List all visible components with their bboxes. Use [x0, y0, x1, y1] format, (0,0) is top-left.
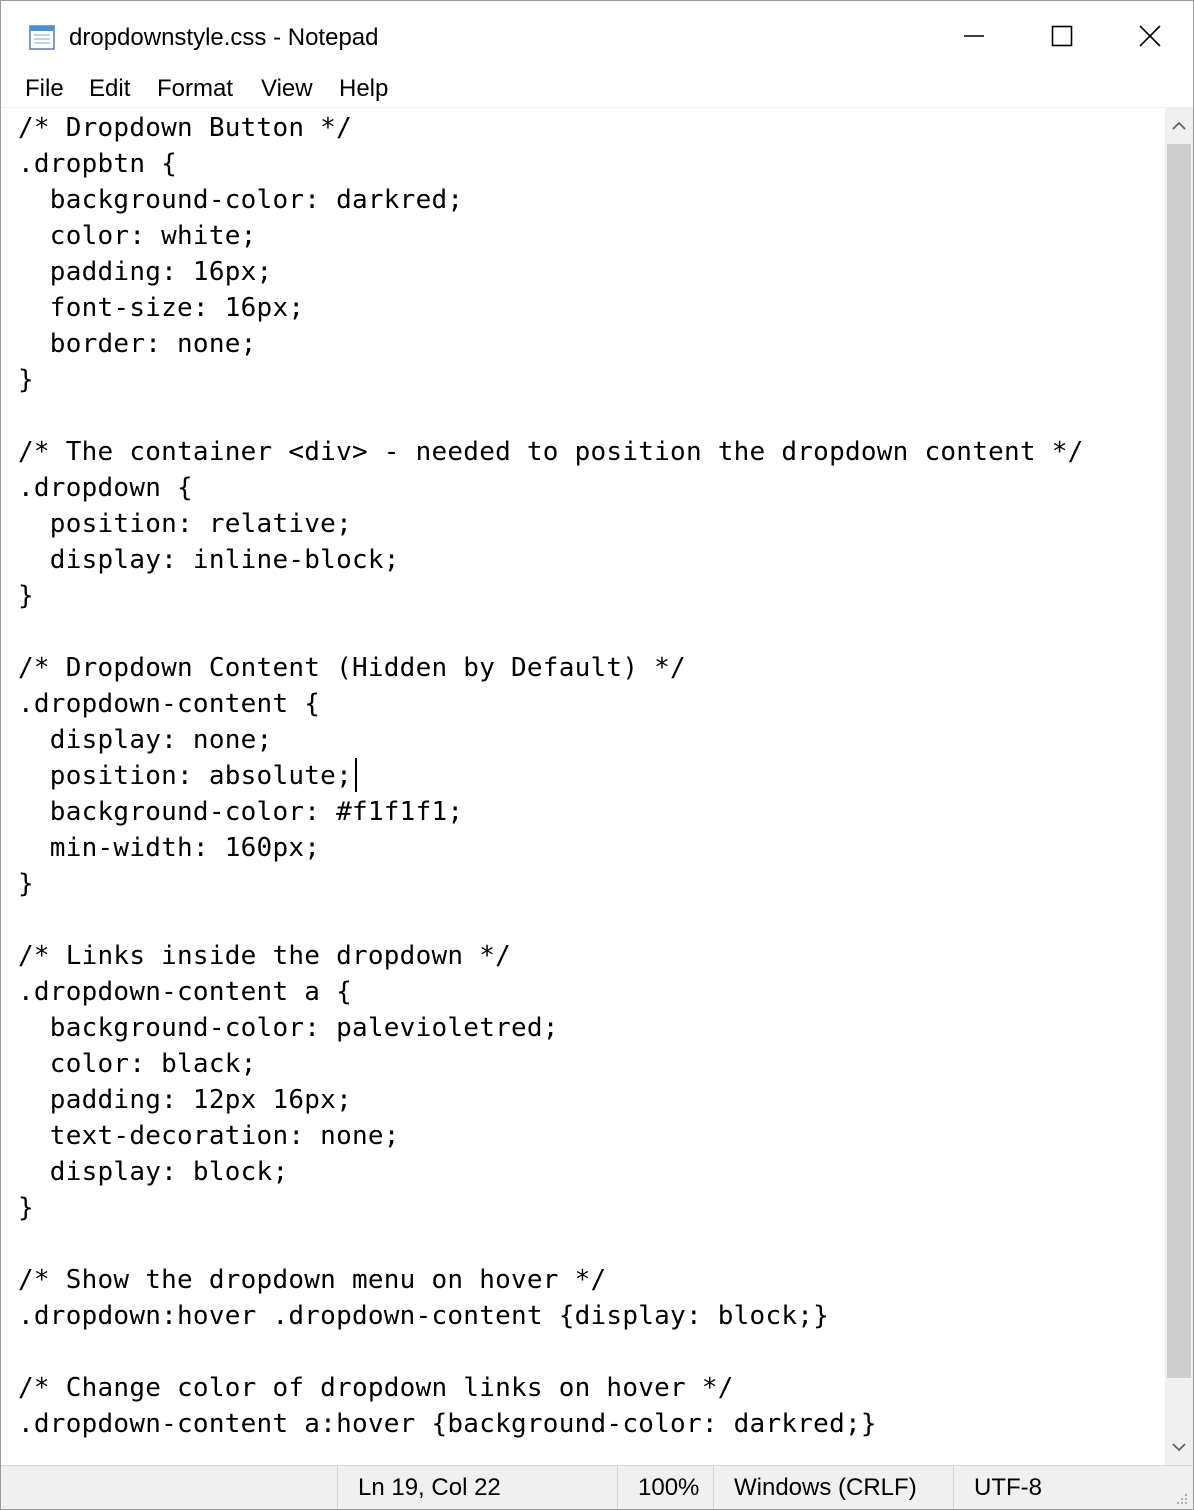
chevron-down-icon	[1172, 1443, 1186, 1452]
resize-grip-icon[interactable]	[1173, 1490, 1189, 1506]
code-line: display: none;	[18, 725, 273, 755]
notepad-icon	[29, 25, 55, 50]
close-button[interactable]	[1105, 1, 1193, 71]
window-title: dropdownstyle.css - Notepad	[69, 24, 379, 51]
code-line: color: black;	[18, 1049, 257, 1079]
code-line: background-color: darkred;	[18, 185, 464, 215]
code-line: background-color: #f1f1f1;	[18, 797, 464, 827]
notepad-window: dropdownstyle.css - Notepad File Edit Fo…	[0, 0, 1194, 1510]
menu-edit[interactable]: Edit	[87, 73, 132, 105]
code-line: display: inline-block;	[18, 545, 400, 575]
code-line: }	[18, 1193, 34, 1223]
text-editor[interactable]: /* Dropdown Button */ .dropbtn { backgro…	[1, 108, 1165, 1465]
menu-format[interactable]: Format	[155, 73, 235, 105]
code-line: display: block;	[18, 1157, 289, 1187]
status-encoding: UTF-8	[953, 1466, 1193, 1509]
vertical-scrollbar[interactable]	[1165, 108, 1193, 1465]
status-cursor-position: Ln 19, Col 22	[337, 1466, 617, 1509]
code-line: /* Change color of dropdown links on hov…	[18, 1373, 734, 1403]
code-line: position: relative;	[18, 509, 352, 539]
code-line: }	[18, 869, 34, 899]
code-line: }	[18, 581, 34, 611]
menu-file[interactable]: File	[23, 73, 66, 105]
code-line: /* Dropdown Button */	[18, 113, 352, 143]
chevron-up-icon	[1172, 121, 1186, 130]
code-line: color: white;	[18, 221, 257, 251]
title-bar[interactable]: dropdownstyle.css - Notepad	[1, 1, 1193, 71]
code-line: /* Dropdown Content (Hidden by Default) …	[18, 653, 686, 683]
code-line: position: absolute;	[18, 761, 352, 791]
scroll-thumb[interactable]	[1167, 144, 1191, 1378]
code-line: /* Links inside the dropdown */	[18, 941, 512, 971]
text-caret	[355, 758, 357, 792]
scroll-up-button[interactable]	[1165, 108, 1193, 144]
code-line: .dropbtn {	[18, 149, 178, 179]
code-line: .dropdown {	[18, 473, 193, 503]
menu-help[interactable]: Help	[337, 73, 390, 105]
status-bar: Ln 19, Col 22 100% Windows (CRLF) UTF-8	[1, 1465, 1193, 1509]
code-line: font-size: 16px;	[18, 293, 305, 323]
code-line: /* The container <div> - needed to posit…	[18, 437, 1084, 467]
code-line: .dropdown-content a:hover {background-co…	[18, 1409, 877, 1439]
scroll-down-button[interactable]	[1165, 1429, 1193, 1465]
code-line: padding: 16px;	[18, 257, 273, 287]
code-line: border: none;	[18, 329, 257, 359]
code-line: text-decoration: none;	[18, 1121, 400, 1151]
code-line: /* Show the dropdown menu on hover */	[18, 1265, 607, 1295]
code-line: padding: 12px 16px;	[18, 1085, 352, 1115]
code-line: background-color: palevioletred;	[18, 1013, 559, 1043]
status-zoom: 100%	[617, 1466, 713, 1509]
close-icon	[1139, 25, 1161, 47]
menu-view[interactable]: View	[259, 73, 315, 105]
code-line: .dropdown-content {	[18, 689, 321, 719]
maximize-button[interactable]	[1017, 1, 1107, 71]
menu-bar: File Edit Format View Help	[1, 71, 1193, 108]
code-line: .dropdown-content a {	[18, 977, 352, 1007]
code-line: }	[18, 365, 34, 395]
minimize-button[interactable]	[929, 1, 1019, 71]
maximize-icon	[1051, 25, 1073, 47]
minimize-icon	[964, 35, 984, 37]
status-line-ending: Windows (CRLF)	[713, 1466, 953, 1509]
code-line: min-width: 160px;	[18, 833, 321, 863]
code-line: .dropdown:hover .dropdown-content {displ…	[18, 1301, 830, 1331]
